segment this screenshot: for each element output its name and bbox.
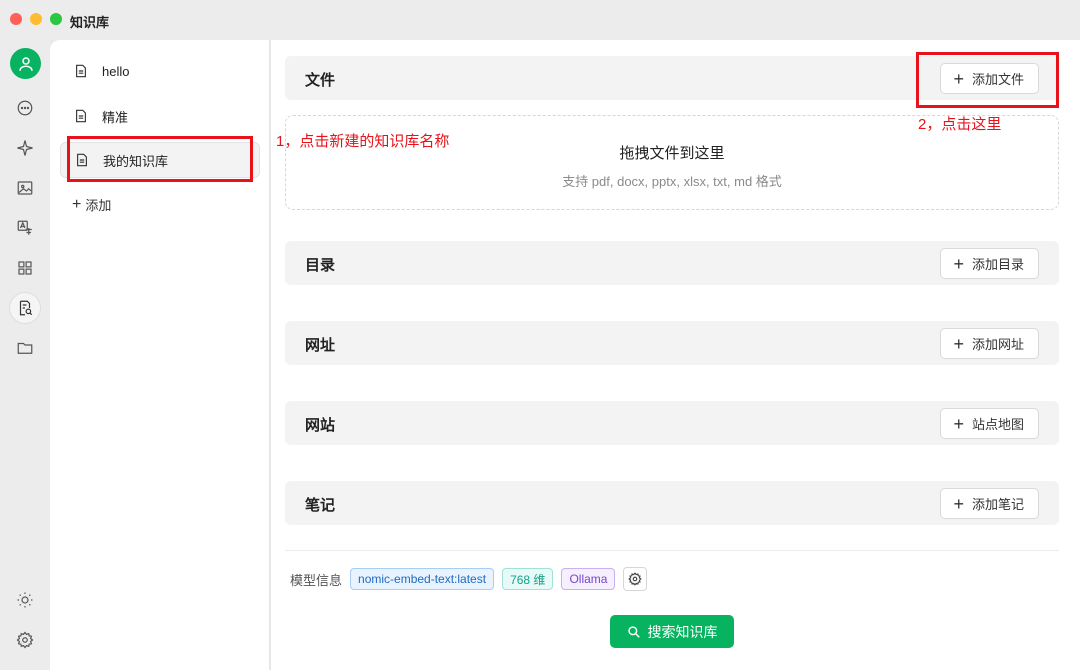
- website-section: 网站 + 站点地图: [285, 401, 1059, 445]
- apps-icon[interactable]: [9, 252, 41, 284]
- image-icon[interactable]: [9, 172, 41, 204]
- chat-icon[interactable]: [9, 92, 41, 124]
- annotation-step2: 2，点击这里: [918, 116, 1002, 133]
- knowledge-search-icon[interactable]: [9, 292, 41, 324]
- model-info-row: 模型信息 nomic-embed-text:latest 768 维 Ollam…: [290, 567, 648, 591]
- plus-icon: +: [953, 413, 964, 434]
- add-url-button[interactable]: + 添加网址: [940, 328, 1039, 359]
- plus-icon: +: [953, 333, 964, 354]
- plus-icon: +: [72, 195, 82, 213]
- nav-icon-bar: [0, 40, 50, 670]
- add-directory-button[interactable]: + 添加目录: [940, 248, 1039, 279]
- document-icon: [76, 109, 86, 123]
- maximize-window-button[interactable]: [50, 13, 62, 25]
- sparkle-icon[interactable]: [9, 132, 41, 164]
- avatar[interactable]: [10, 48, 41, 79]
- dropzone-subtitle: 支持 pdf, docx, pptx, xlsx, txt, md 格式: [562, 174, 782, 189]
- title-bar: 知识库: [0, 0, 1080, 40]
- add-knowledge-base-button[interactable]: + 添加: [72, 195, 111, 214]
- button-label: 添加网址: [971, 337, 1024, 352]
- kb-item-jingzhun[interactable]: 精准: [60, 98, 260, 134]
- window-title: 知识库: [70, 15, 110, 30]
- folder-icon[interactable]: [9, 332, 41, 364]
- search-icon: [627, 625, 640, 638]
- annotation-box-step1: [67, 136, 253, 182]
- search-knowledge-base-button[interactable]: 搜索知识库: [610, 615, 734, 648]
- provider-tag: Ollama: [561, 568, 616, 590]
- button-label: 站点地图: [971, 417, 1024, 432]
- plus-icon: +: [953, 253, 964, 274]
- notes-section: 笔记 + 添加笔记: [285, 481, 1059, 525]
- model-info-label: 模型信息: [290, 572, 343, 588]
- section-title: 目录: [305, 257, 336, 274]
- sitemap-button[interactable]: + 站点地图: [940, 408, 1039, 439]
- settings-gear-icon[interactable]: [9, 624, 41, 656]
- button-label: 添加目录: [971, 257, 1024, 272]
- dimensions-tag: 768 维: [502, 568, 554, 590]
- theme-sun-icon[interactable]: [9, 584, 41, 616]
- directory-section: 目录 + 添加目录: [285, 241, 1059, 285]
- section-title: 网址: [305, 337, 336, 354]
- url-section: 网址 + 添加网址: [285, 321, 1059, 365]
- model-settings-gear-icon[interactable]: [623, 567, 648, 591]
- plus-icon: +: [953, 493, 964, 514]
- translate-icon[interactable]: [9, 212, 41, 244]
- kb-item-label: 精准: [102, 109, 129, 125]
- section-title: 笔记: [305, 497, 336, 514]
- add-kb-label: 添加: [85, 198, 112, 213]
- divider: [285, 550, 1059, 551]
- button-label: 添加笔记: [971, 497, 1024, 512]
- kb-item-label: hello: [102, 63, 130, 79]
- minimize-window-button[interactable]: [30, 13, 42, 25]
- close-window-button[interactable]: [10, 13, 22, 25]
- search-button-label: 搜索知识库: [647, 623, 718, 640]
- kb-item-hello[interactable]: hello: [60, 53, 260, 89]
- knowledge-base-sidebar: hello 精准 我的知识库 + 添加: [50, 40, 270, 670]
- embed-model-tag: nomic-embed-text:latest: [350, 568, 495, 590]
- section-title: 文件: [305, 72, 336, 89]
- add-note-button[interactable]: + 添加笔记: [940, 488, 1039, 519]
- annotation-box-step2: [916, 52, 1059, 108]
- annotation-step1: 1，点击新建的知识库名称: [276, 133, 450, 150]
- document-icon: [76, 64, 86, 78]
- section-title: 网站: [305, 417, 336, 434]
